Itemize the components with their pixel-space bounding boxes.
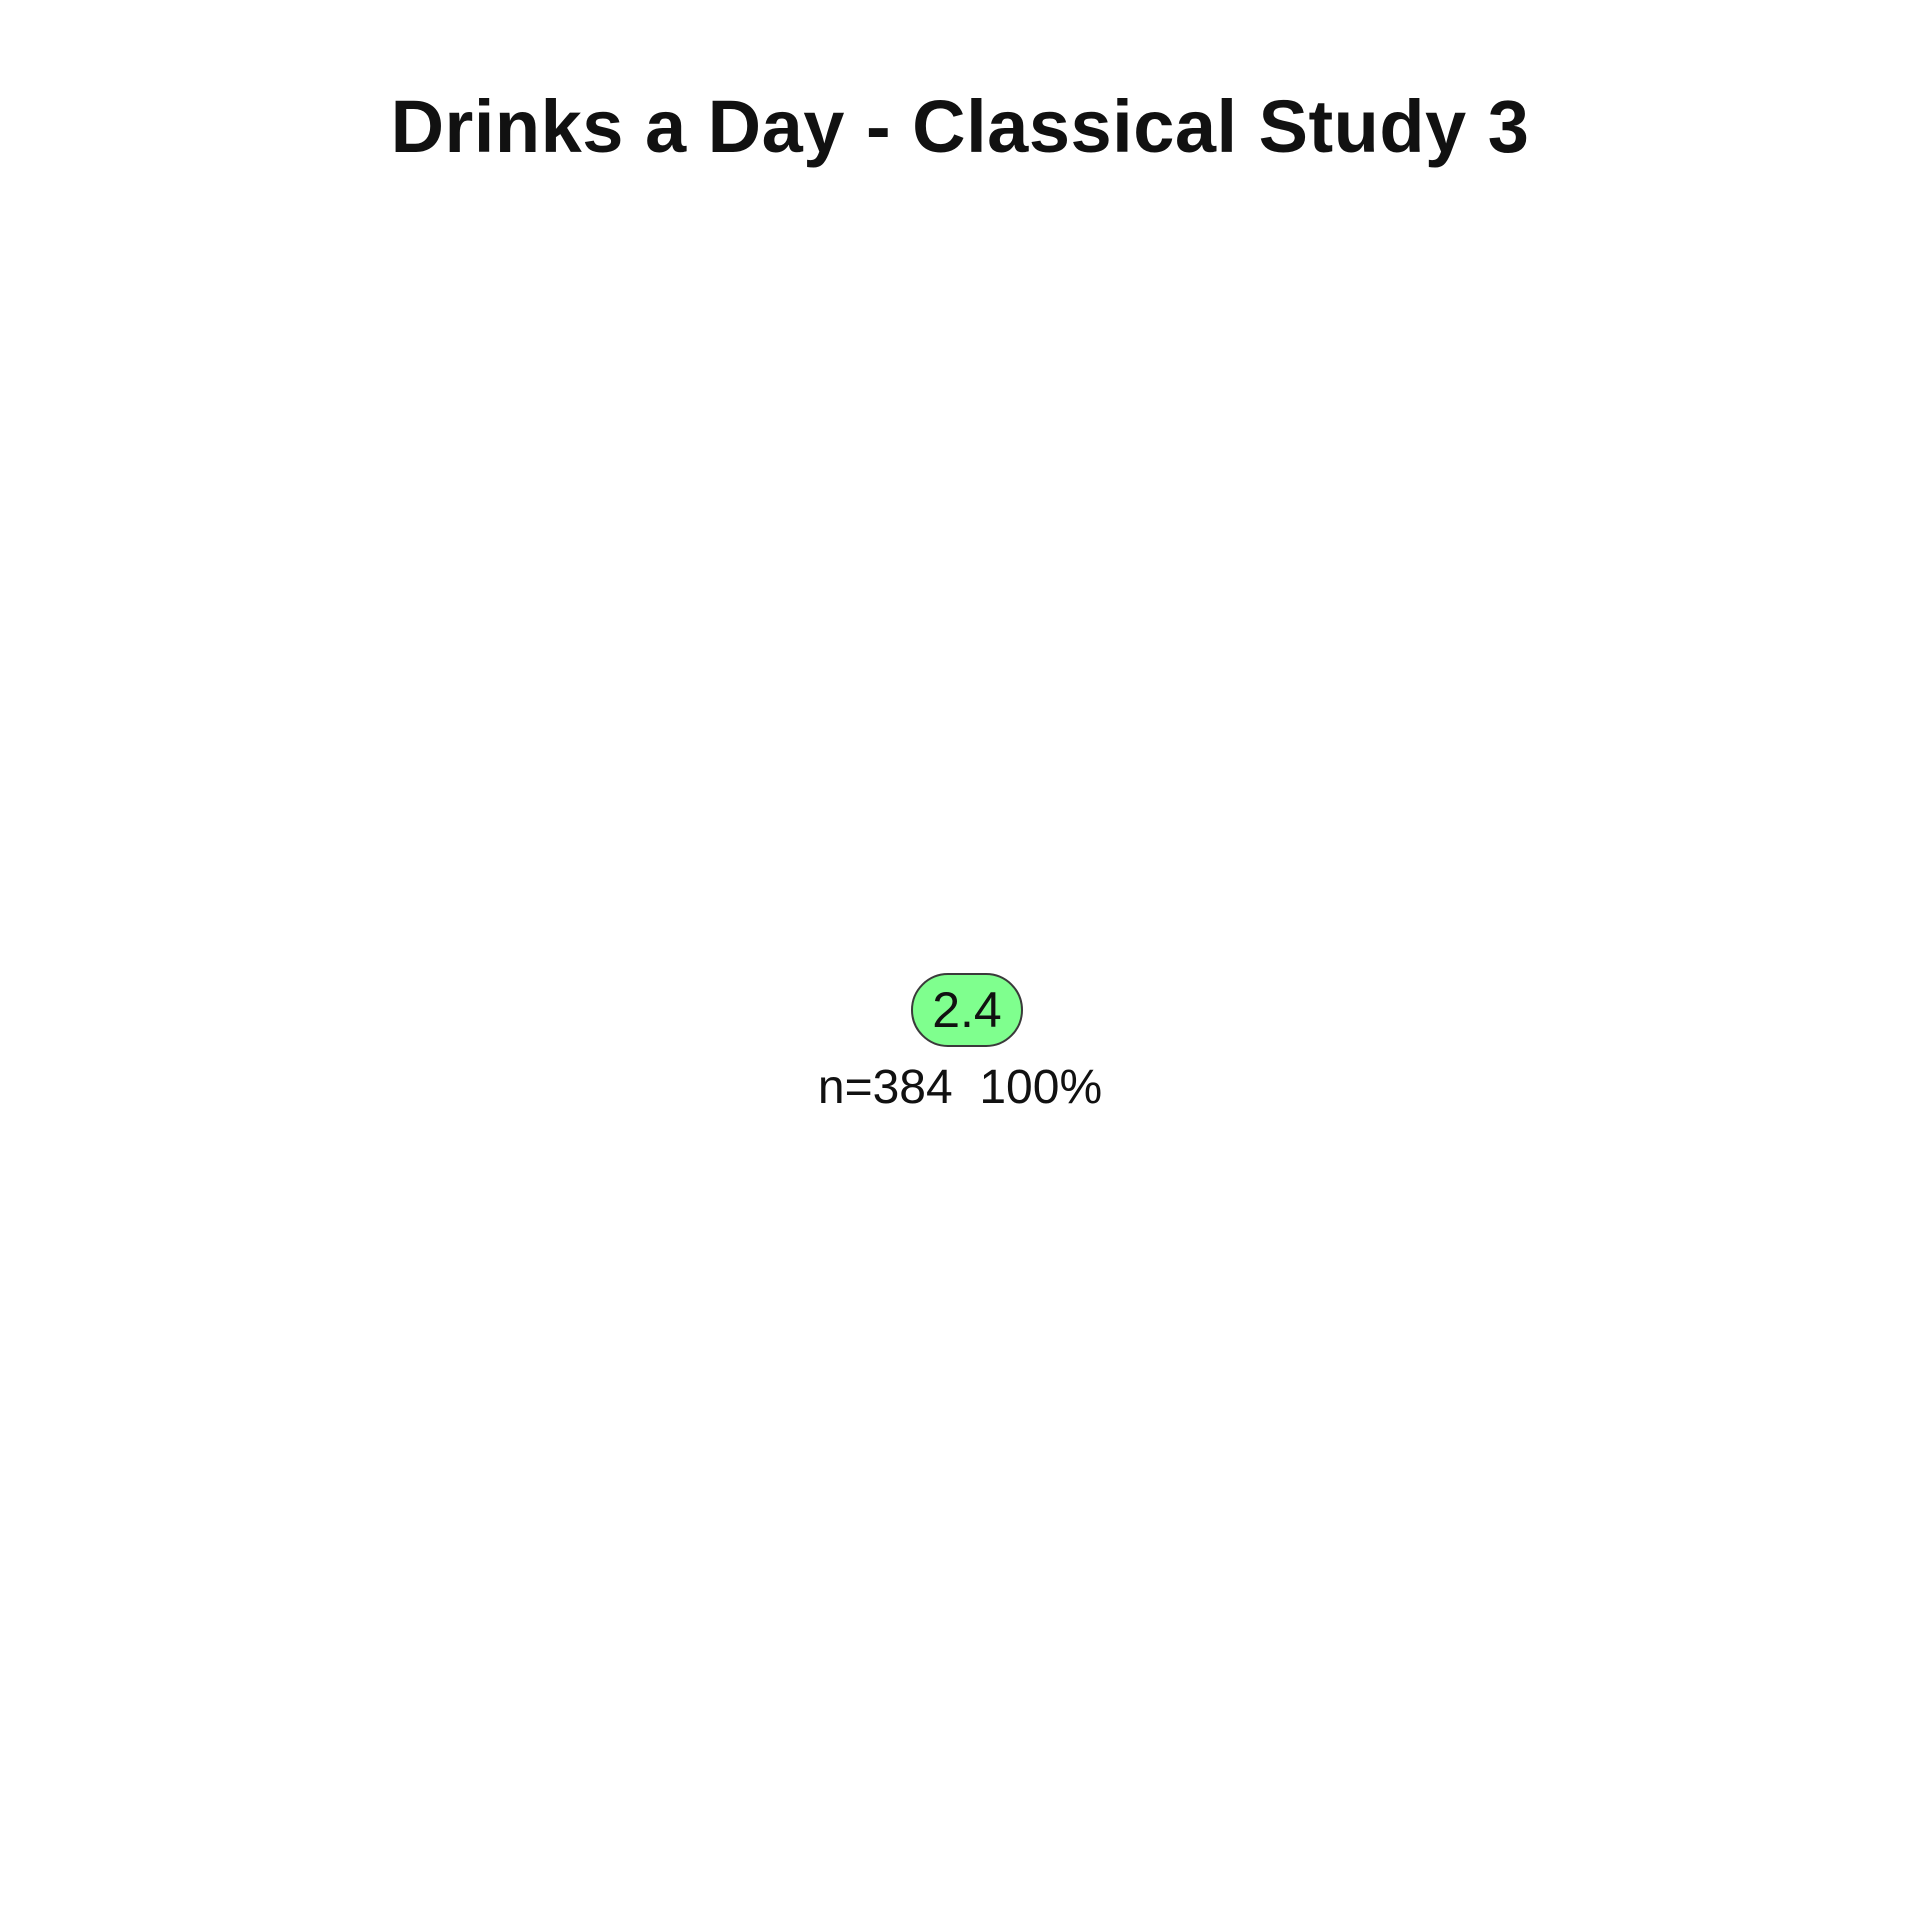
chart-title: Drinks a Day - Classical Study 3 <box>390 85 1530 168</box>
figure: Drinks a Day - Classical Study 3 2.4 n=3… <box>0 0 1920 1920</box>
root-node: 2.4 <box>911 973 1023 1047</box>
node-info-spacer <box>953 1061 980 1114</box>
root-node-info: n=384 100% <box>660 1058 1260 1118</box>
root-node-value: 2.4 <box>932 982 1002 1038</box>
root-node-count: n=384 <box>817 1061 953 1114</box>
root-node-percent: 100% <box>979 1061 1103 1114</box>
